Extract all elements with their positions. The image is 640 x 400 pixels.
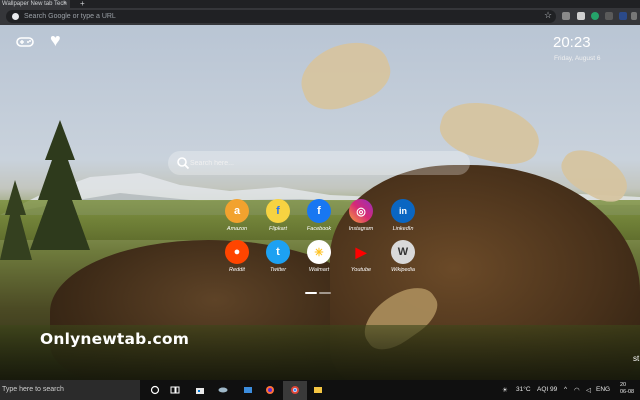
taskbar-clock[interactable]: 20 06-08 [620,382,634,396]
profile-icon[interactable] [631,12,637,20]
weather-icon[interactable]: ☀ [502,386,508,394]
favorite-heart-icon[interactable]: ♥ [50,31,61,49]
search-icon [177,157,190,170]
shortcut-label: Reddit [229,267,245,273]
shortcut-label: Flipkart [268,226,288,232]
grammarly-icon[interactable] [591,12,599,20]
shortcut-twitter[interactable]: t Twitter [258,240,298,273]
bookmark-star-icon[interactable]: ☆ [544,10,552,21]
taskbar-time: 20 [620,382,627,388]
extension-icon[interactable] [577,12,585,20]
volume-icon[interactable]: ◁ [586,386,591,394]
walmart-icon: ✳ [307,240,331,264]
shortcut-label: Youtube [350,267,372,273]
shortcut-label: Walmart [308,267,330,273]
shortcut-facebook[interactable]: f Facebook [299,199,339,232]
tab-title: Wallpaper New tab Tech [2,1,67,7]
page-dot-active[interactable] [305,292,317,294]
shortcut-linkedin[interactable]: in LinkedIn [383,199,423,232]
firefox-icon[interactable] [265,385,275,395]
extension-icon[interactable] [605,12,613,20]
youtube-icon: ▶ [355,243,367,260]
photos-icon[interactable] [243,385,253,395]
taskbar-date: 06-08 [620,389,635,395]
address-bar-placeholder[interactable]: Search Google or type a URL [24,11,116,22]
wikipedia-icon: W [391,240,415,264]
instagram-icon: ◎ [349,199,373,223]
new-tab-button[interactable]: + [80,0,85,8]
network-icon[interactable]: ◠ [574,386,580,394]
antler [292,31,398,119]
edge-text: st [633,354,640,363]
mail-icon[interactable] [218,385,228,395]
chrome-icon[interactable] [290,385,300,395]
page-dot[interactable] [319,292,331,294]
shortcut-instagram[interactable]: ◎ Instagram [341,199,381,232]
linkedin-icon: in [391,199,415,223]
cortana-icon[interactable] [150,385,160,395]
clock-date: Friday, August 6 [554,55,601,62]
air-quality[interactable]: AQI 99 [537,386,557,393]
extension-icon[interactable] [619,12,627,20]
shortcut-youtube[interactable]: ▶ Youtube [341,240,381,274]
flipkart-icon: f [266,199,290,223]
language-indicator[interactable]: ENG [596,386,610,393]
shortcut-amazon[interactable]: a Amazon [217,199,257,232]
file-explorer-icon[interactable] [313,385,323,395]
amazon-icon: a [225,199,249,223]
clock-time: 20:23 [553,34,591,51]
shortcut-label: Facebook [306,226,332,232]
tab-bar [0,0,640,8]
tab-close-icon[interactable]: × [63,0,67,8]
shortcut-flipkart[interactable]: f Flipkart [258,199,298,232]
tray-expand-icon[interactable]: ^ [564,386,567,393]
browser-tab[interactable]: Wallpaper New tab Tech [0,0,70,8]
facebook-icon: f [307,199,331,223]
shortcut-label: Instagram [348,226,374,232]
shortcut-label: Wikipedia [391,267,415,273]
shortcut-label: Twitter [269,267,287,273]
gamepad-icon[interactable] [16,36,34,48]
extension-icon[interactable] [562,12,570,20]
shortcut-reddit[interactable]: ● Reddit [217,240,257,273]
search-input[interactable] [190,156,460,170]
task-view-icon[interactable] [170,385,180,395]
brand-watermark: Onlynewtab.com [40,330,190,348]
weather-temp[interactable]: 31°C [516,386,531,393]
google-icon [12,13,19,20]
taskbar-search-text[interactable]: Type here to search [2,386,64,393]
reddit-icon: ● [225,240,249,264]
store-icon[interactable] [195,385,205,395]
shortcut-pagination [305,281,333,299]
shortcut-wikipedia[interactable]: W Wikipedia [383,240,423,273]
shortcut-label: Amazon [226,226,248,232]
shortcut-walmart[interactable]: ✳ Walmart [299,240,339,273]
twitter-icon: t [266,240,290,264]
shortcut-label: LinkedIn [392,226,414,232]
